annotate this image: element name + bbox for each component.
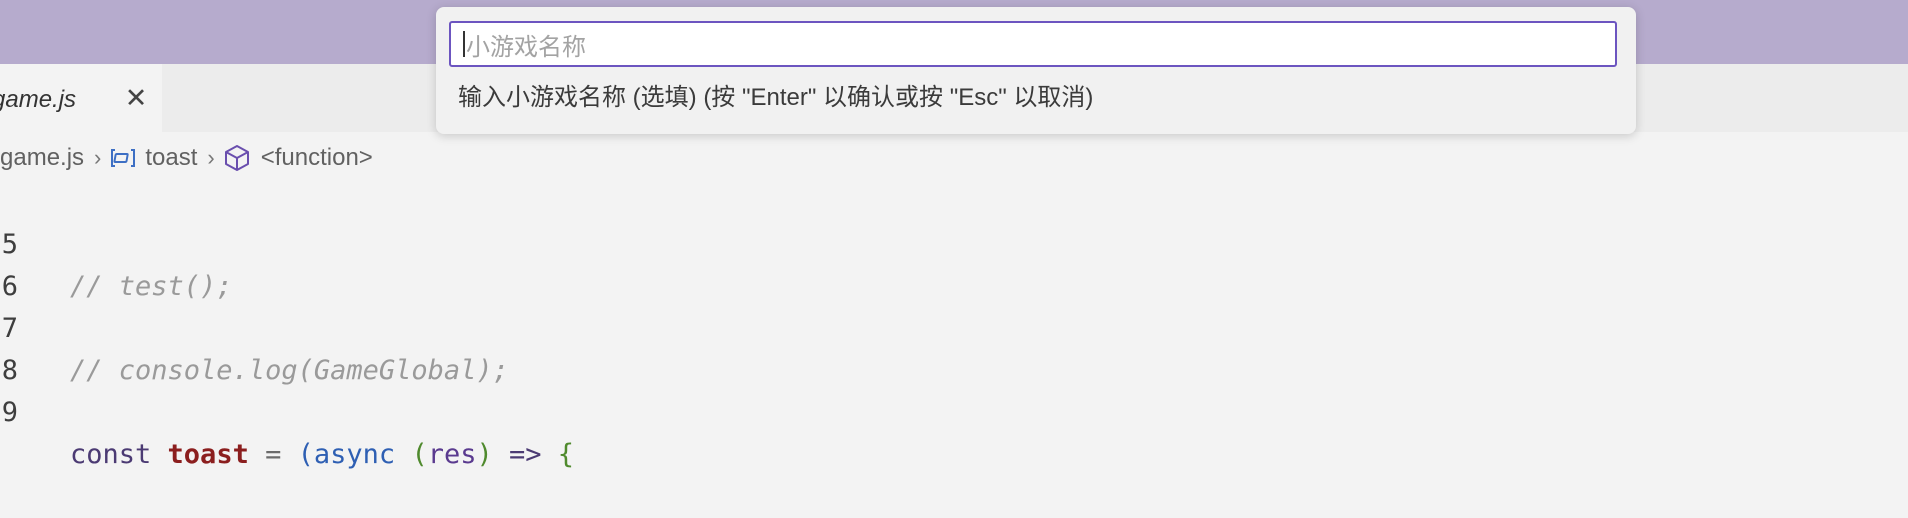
breadcrumb-label: toast <box>145 144 198 171</box>
breadcrumb-item-toast[interactable]: toast <box>109 144 197 172</box>
tab-label: game.js <box>0 86 77 113</box>
text-caret <box>463 31 465 57</box>
line-number: 9 <box>1 397 18 428</box>
chevron-right-icon: › <box>94 145 102 170</box>
breadcrumb-item-file[interactable]: game.js <box>0 144 84 172</box>
keyword-const: const <box>70 439 152 470</box>
quick-input-widget: 小游戏名称 输入小游戏名称 (选填) (按 "Enter" 以确认或按 "Esc… <box>436 7 1636 134</box>
tab-game-js[interactable]: game.js ✕ <box>0 64 162 132</box>
breadcrumb-label: game.js <box>0 144 85 171</box>
paren-close: ) <box>476 439 493 470</box>
code-line: 6 <box>0 224 1908 302</box>
param-res: res <box>427 439 477 470</box>
code-text: const toast = (async (res) => { <box>70 434 574 476</box>
code-line: 7 // console.log(GameGlobal); <box>0 266 1908 386</box>
code-editor[interactable]: 5 // test(); 6 7 // console.log(GameGlob… <box>0 182 1908 470</box>
code-line: 9 const toast = (async (res) => { <box>0 350 1908 470</box>
breadcrumb-label: <function> <box>260 144 373 171</box>
quick-input-message: 输入小游戏名称 (选填) (按 "Enter" 以确认或按 "Esc" 以取消) <box>458 84 1094 111</box>
quick-input-field[interactable]: 小游戏名称 <box>449 21 1617 67</box>
symbol-method-cube-icon <box>224 145 249 171</box>
code-line: 5 // test(); <box>0 182 1908 302</box>
identifier-toast: toast <box>167 439 249 470</box>
keyword-async: async <box>313 439 396 470</box>
paren-open: ( <box>297 439 314 470</box>
close-icon[interactable]: ✕ <box>124 85 148 112</box>
breadcrumb: game.js › toast › <function> <box>0 138 1908 178</box>
input-placeholder: 小游戏名称 <box>466 33 586 61</box>
operator-equals: = <box>265 439 282 470</box>
arrow-operator: => <box>509 439 542 470</box>
paren-open: ( <box>411 439 428 470</box>
brace-open: { <box>557 439 575 470</box>
code-line: 8 <box>0 308 1908 386</box>
breadcrumb-item-function[interactable]: <function> <box>223 144 373 172</box>
symbol-variable-icon <box>111 149 136 167</box>
chevron-right-icon: › <box>207 145 215 170</box>
